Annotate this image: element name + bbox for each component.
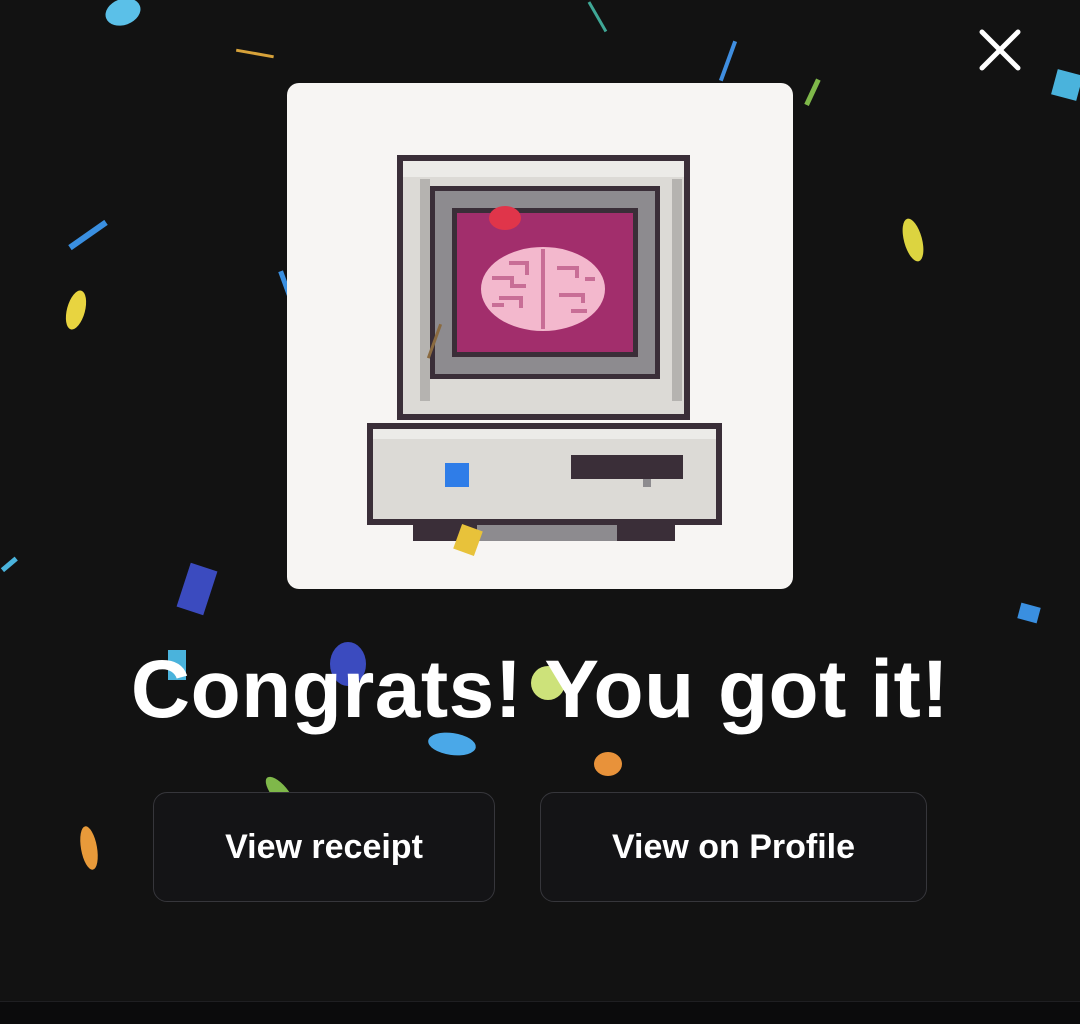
close-icon (979, 29, 1021, 71)
close-button[interactable] (972, 22, 1028, 78)
view-receipt-label: View receipt (225, 827, 423, 866)
bottom-bar (0, 1001, 1080, 1024)
view-receipt-button[interactable]: View receipt (153, 792, 495, 902)
view-on-profile-label: View on Profile (611, 827, 856, 866)
retro-computer-brain-icon (367, 155, 722, 556)
nft-artwork-card (287, 83, 793, 589)
congrats-title: Congrats! You got it! (130, 644, 950, 735)
view-on-profile-button[interactable]: View on Profile (540, 792, 927, 902)
